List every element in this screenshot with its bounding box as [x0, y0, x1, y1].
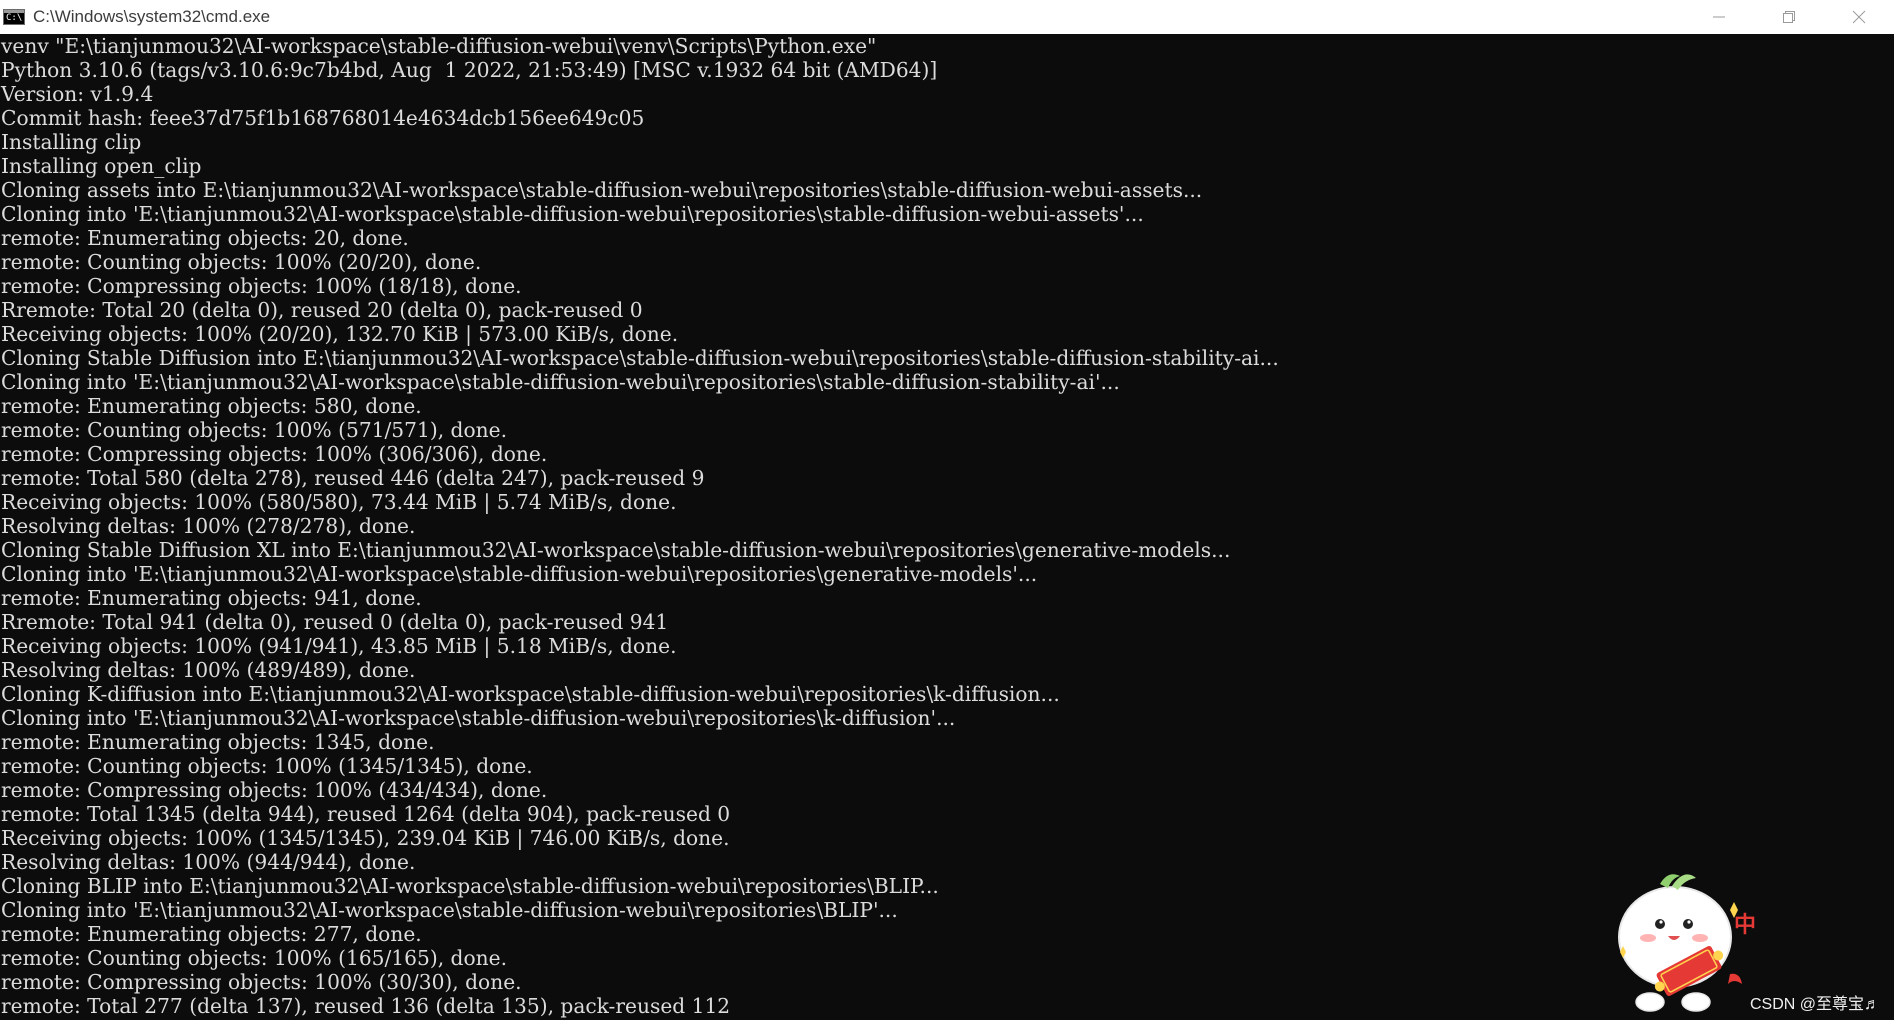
console-line: Python 3.10.6 (tags/v3.10.6:9c7b4bd, Aug…: [1, 58, 938, 82]
console-line: remote: Total 580 (delta 278), reused 44…: [1, 466, 705, 490]
console-line: Receiving objects: 100% (20/20), 132.70 …: [1, 322, 679, 346]
close-button[interactable]: [1824, 0, 1894, 34]
console-line: Receiving objects: 100% (941/941), 43.85…: [1, 634, 677, 658]
console-line: Cloning Stable Diffusion into E:\tianjun…: [1, 346, 1279, 370]
minimize-icon: [1713, 16, 1725, 18]
console-line: Cloning into 'E:\tianjunmou32\AI-workspa…: [1, 706, 956, 730]
console-line: remote: Compressing objects: 100% (18/18…: [1, 274, 522, 298]
console-line: remote: Enumerating objects: 1345, done.: [1, 730, 435, 754]
console-line: Resolving deltas: 100% (278/278), done.: [1, 514, 416, 538]
close-icon: [1852, 10, 1866, 24]
window-controls: [1684, 0, 1894, 34]
title-bar[interactable]: C:\. C:\Windows\system32\cmd.exe: [0, 0, 1894, 34]
window-title: C:\Windows\system32\cmd.exe: [33, 7, 271, 26]
console-line: Installing open_clip: [1, 154, 202, 178]
console-line: remote: Enumerating objects: 941, done.: [1, 586, 422, 610]
cartoon-mascot-sticker: 中: [1618, 874, 1756, 1012]
console-line: remote: Counting objects: 100% (571/571)…: [1, 418, 507, 442]
restore-icon: [1783, 11, 1795, 23]
console-line: Cloning Stable Diffusion XL into E:\tian…: [1, 538, 1231, 562]
console-line: Cloning into 'E:\tianjunmou32\AI-workspa…: [1, 202, 1144, 226]
console-line: remote: Enumerating objects: 20, done.: [1, 226, 409, 250]
console-line: remote: Compressing objects: 100% (434/4…: [1, 778, 548, 802]
console-line: remote: Enumerating objects: 580, done.: [1, 394, 422, 418]
watermark: CSDN @至尊宝♬: [1749, 996, 1880, 1013]
console-line: Cloning K-diffusion into E:\tianjunmou32…: [1, 682, 1060, 706]
console-line: Cloning assets into E:\tianjunmou32\AI-w…: [1, 178, 1203, 202]
icon-label: C:\.: [6, 13, 24, 23]
restore-button[interactable]: [1754, 0, 1824, 34]
console-line: Receiving objects: 100% (580/580), 73.44…: [1, 490, 677, 514]
cmd-window: C:\. C:\Windows\system32\cmd.exe venv "E…: [0, 0, 1894, 1020]
console-line: remote: Counting objects: 100% (20/20), …: [1, 250, 482, 274]
console-line: Receiving objects: 100% (1345/1345), 239…: [1, 826, 730, 850]
console-line: Installing clip: [1, 130, 142, 154]
console-line: remote: Total 1345 (delta 944), reused 1…: [1, 802, 731, 826]
console-line: venv "E:\tianjunmou32\AI-workspace\stabl…: [1, 34, 877, 58]
cmd-console-icon[interactable]: C:\.: [3, 9, 25, 25]
console-line: Rremote: Total 941 (delta 0), reused 0 (…: [1, 610, 669, 634]
console-line: Rremote: Total 20 (delta 0), reused 20 (…: [1, 298, 643, 322]
console-line: remote: Compressing objects: 100% (306/3…: [1, 442, 548, 466]
console-line: remote: Counting objects: 100% (1345/134…: [1, 754, 533, 778]
sticker-char: 中: [1734, 913, 1756, 938]
console-line: Resolving deltas: 100% (489/489), done.: [1, 658, 416, 682]
console-line: Cloning into 'E:\tianjunmou32\AI-workspa…: [1, 562, 1038, 586]
console-line: Version: v1.9.4: [1, 82, 154, 106]
minimize-button[interactable]: [1684, 0, 1754, 34]
console-line: Cloning into 'E:\tianjunmou32\AI-workspa…: [1, 370, 1120, 394]
console-line: Commit hash: feee37d75f1b168768014e4634d…: [1, 106, 645, 130]
